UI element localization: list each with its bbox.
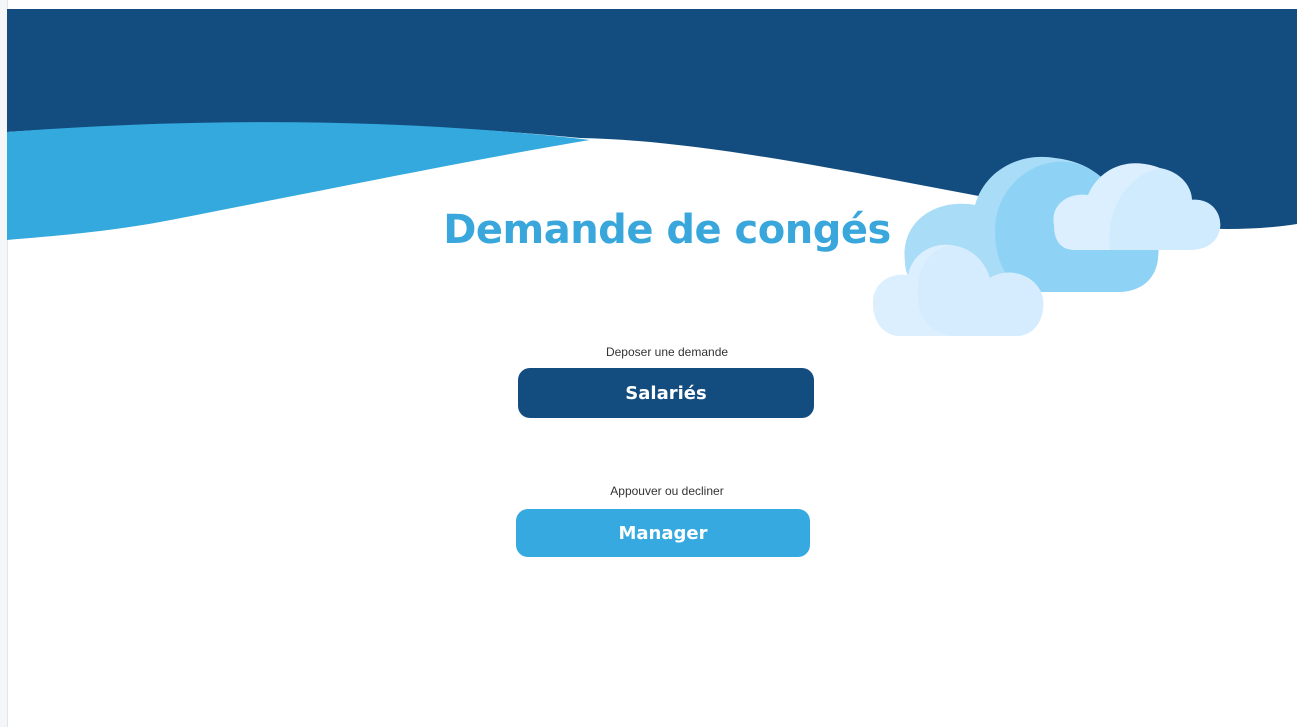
header-wave-illustration [7, 9, 1297, 336]
manager-caption: Appouver ou decliner [610, 484, 724, 498]
page-title: Demande de congés [443, 207, 891, 253]
manager-button[interactable]: Manager [516, 509, 810, 557]
employees-button[interactable]: Salariés [518, 368, 814, 418]
page: Demande de congés Deposer une demande Sa… [0, 0, 1297, 727]
employees-caption: Deposer une demande [605, 345, 729, 359]
